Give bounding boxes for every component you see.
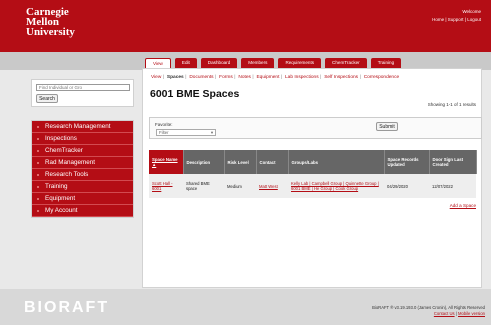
sidebar-item-inspections[interactable]: Inspections: [32, 133, 133, 145]
table-row: Scott Hall - 6001 Shared BME space Mediu…: [149, 174, 476, 198]
sidebar-item-label: Research Management: [45, 123, 111, 130]
welcome-box: Welcome Home | Support | Logout: [432, 8, 481, 24]
bioraft-logo: BIORAFT: [24, 299, 110, 316]
search-button[interactable]: Search: [36, 94, 58, 103]
tab-dashboard[interactable]: Dashboard: [200, 58, 238, 68]
results-count: Showing 1-1 of 1 results: [427, 102, 476, 107]
bullet-icon: [37, 198, 39, 200]
column-header-contact: Contact: [256, 150, 289, 174]
subnav-view[interactable]: View: [151, 75, 161, 80]
separator: |: [280, 75, 283, 80]
table-header-row: Space Name ▲ Description Risk Level Cont…: [149, 150, 477, 174]
separator: |: [252, 75, 254, 80]
site-header: Carnegie Mellon University Welcome Home …: [0, 0, 491, 52]
sidebar-item-research-management[interactable]: Research Management: [32, 121, 133, 133]
bullet-icon: [37, 210, 39, 212]
subnav-spaces[interactable]: Spaces: [167, 75, 184, 80]
sidebar-item-rad-management[interactable]: Rad Management: [32, 157, 133, 169]
column-header-space-records-updated: Space Records Updated: [384, 150, 430, 174]
sidebar-item-training[interactable]: Training: [32, 181, 133, 193]
tab-members[interactable]: Members: [241, 58, 275, 68]
sidebar-item-label: Inspections: [45, 135, 77, 142]
bullet-icon: [37, 162, 39, 164]
sidebar-nav: Research Management Inspections ChemTrac…: [31, 120, 134, 218]
subnav-forms[interactable]: Forms: [219, 75, 233, 80]
sidebar-item-equipment[interactable]: Equipment: [32, 193, 133, 205]
home-link[interactable]: Home: [432, 17, 444, 22]
contact-link[interactable]: Matt West: [256, 174, 288, 198]
add-space-link[interactable]: Add a Space: [450, 203, 476, 208]
groups-labs-links[interactable]: Kelly Lab | Campbell Group | Quinnette G…: [288, 174, 384, 198]
subnav-lab-inspections[interactable]: Lab Inspections: [285, 75, 319, 80]
mobile-version-link[interactable]: Mobile version: [458, 311, 485, 316]
tab-requirements[interactable]: Requirements: [278, 58, 322, 68]
tab-view[interactable]: View: [145, 58, 171, 68]
sidebar-item-research-tools[interactable]: Research Tools: [32, 169, 133, 181]
tab-chemtracker[interactable]: ChemTracker: [325, 58, 367, 68]
separator: |: [162, 75, 165, 80]
welcome-text: Welcome: [462, 9, 481, 14]
page-title: 6001 BME Spaces: [150, 88, 240, 100]
subnav-correspondence[interactable]: Correspondence: [364, 75, 399, 80]
column-header-description: Description: [183, 150, 225, 174]
sidebar-item-label: ChemTracker: [45, 147, 83, 154]
university-logo[interactable]: Carnegie Mellon University: [26, 7, 75, 38]
subnav-equipment[interactable]: Equipment: [256, 75, 279, 80]
contact-us-link[interactable]: Contact Us: [434, 311, 455, 316]
separator: |: [359, 75, 361, 80]
logo-line: University: [26, 26, 75, 38]
bullet-icon: [37, 186, 39, 188]
tab-training[interactable]: Training: [370, 58, 402, 68]
filter-label: Favorite:: [155, 122, 173, 127]
favorite-filter-select[interactable]: Filter ▾: [156, 129, 216, 136]
subnav-notes[interactable]: Notes: [238, 75, 251, 80]
sidebar-item-label: Research Tools: [45, 171, 89, 178]
separator: |: [234, 75, 236, 80]
separator: |: [215, 75, 217, 80]
space-description: Shared BME space: [183, 174, 224, 198]
bullet-icon: [37, 174, 39, 176]
tab-edit[interactable]: Edit: [174, 58, 197, 68]
sidebar-item-chemtracker[interactable]: ChemTracker: [32, 145, 133, 157]
chevron-down-icon: ▾: [210, 130, 213, 135]
site-footer: BIORAFT BioRAFT ® v3.19.193.0 (James Cro…: [0, 289, 491, 325]
search-input[interactable]: Find Individual or Gro: [36, 84, 130, 91]
sub-navigation: View | Spaces | Documents | Forms | Notes | E…: [151, 75, 399, 80]
footer-links: Contact Us | Mobile version: [433, 311, 485, 316]
header-links: Home | Support | Logout: [432, 17, 481, 22]
support-link[interactable]: Support: [448, 17, 464, 22]
main-panel: View | Spaces | Documents | Forms | Notes | E…: [142, 68, 482, 288]
submit-button[interactable]: Submit: [376, 122, 398, 131]
subnav-documents[interactable]: Documents: [189, 75, 213, 80]
sidebar-item-my-account[interactable]: My Account: [32, 205, 133, 217]
space-name-link[interactable]: Scott Hall - 6001: [149, 174, 183, 198]
column-header-space-name[interactable]: Space Name ▲: [149, 150, 184, 174]
records-updated-date: 04/29/2020: [384, 174, 429, 198]
logout-link[interactable]: Logout: [467, 17, 481, 22]
separator: |: [185, 75, 187, 80]
separator: |: [320, 75, 322, 80]
column-header-door-sign-last-created: Door Sign Last Created: [429, 150, 477, 174]
subnav-self-inspections[interactable]: Self Inspections: [324, 75, 358, 80]
column-header-risk-level: Risk Level: [224, 150, 257, 174]
sidebar-item-label: Equipment: [45, 195, 76, 202]
door-sign-date: 12/07/2022: [429, 174, 476, 198]
bullet-icon: [37, 126, 39, 128]
bullet-icon: [37, 150, 39, 152]
sidebar-item-label: Rad Management: [45, 159, 96, 166]
sidebar-item-label: My Account: [45, 207, 78, 214]
filter-box: Favorite: Filter ▾ Submit: [149, 117, 482, 139]
risk-level: Medium: [224, 174, 256, 198]
sidebar-search-box: Find Individual or Gro Search: [31, 79, 134, 107]
spaces-table: Space Name ▲ Description Risk Level Cont…: [149, 150, 477, 198]
column-header-groups-labs: Groups/Labs: [288, 150, 385, 174]
top-tabs: View Edit Dashboard Members Requirements…: [145, 58, 402, 68]
bullet-icon: [37, 138, 39, 140]
filter-select-value: Filter: [159, 130, 169, 135]
footer-info: BioRAFT ® v3.19.193.0 (James Cronin), Al…: [372, 305, 485, 317]
sidebar-item-label: Training: [45, 183, 68, 190]
